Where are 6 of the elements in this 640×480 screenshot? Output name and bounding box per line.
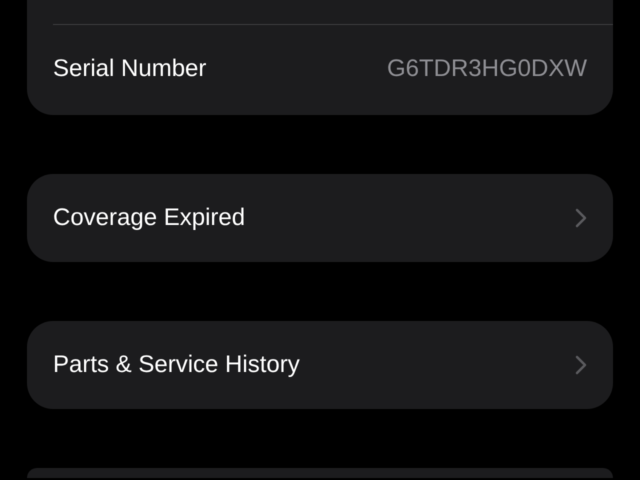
row-value: G6TDR3HG0DXW: [386, 55, 587, 83]
row-label: Serial Number: [53, 55, 208, 83]
chevron-icon: [575, 208, 587, 228]
list-row[interactable]: Parts & Service History: [27, 321, 613, 409]
list-row[interactable]: Coverage Expired: [27, 174, 613, 262]
chevron-icon: [575, 355, 587, 375]
